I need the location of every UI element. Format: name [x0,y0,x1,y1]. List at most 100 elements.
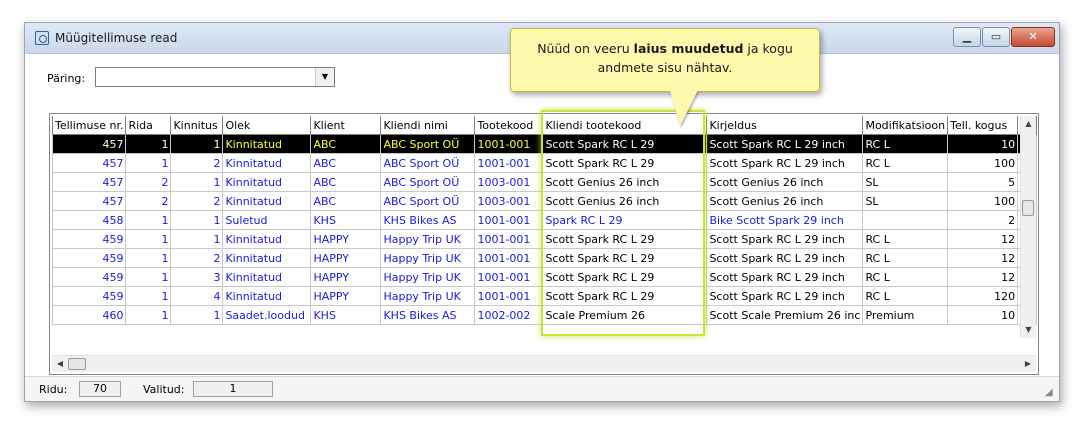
table-cell[interactable]: 2 [170,191,224,211]
column-header[interactable]: Klient [310,116,382,135]
table-cell[interactable]: 1002-002 [474,305,544,325]
close-button[interactable]: ✕ [1011,27,1055,47]
table-cell[interactable]: 459 [51,229,127,249]
table-cell[interactable]: 459 [51,267,127,287]
table-cell[interactable]: 1 [170,172,224,192]
scroll-left-icon[interactable]: ◀ [52,356,68,372]
vertical-scroll-thumb[interactable] [1022,200,1034,216]
table-cell[interactable]: 459 [51,286,127,306]
table-cell[interactable]: HAPPY [310,248,382,268]
table-cell[interactable]: SL [862,191,949,211]
table-cell[interactable]: Kinnitatud [222,267,312,287]
resize-grip-icon[interactable]: ◢ [1045,387,1057,399]
table-cell[interactable]: 12 [947,229,1019,249]
column-header[interactable]: Kinnitus [170,116,224,135]
table-row[interactable]: 459 1 2 Kinnitatud HAPPY Happy Trip UK 1001-00… [51,248,1038,268]
order-lines-grid[interactable]: Tellimuse nr. Rida Kinnitus Olek Klient Klien… [49,113,1039,375]
query-select[interactable]: ▼ [95,67,335,87]
table-cell[interactable]: Scott Spark RC L 29 inch [706,286,864,306]
table-cell[interactable]: 1 [125,305,172,325]
table-cell[interactable]: 1 [125,267,172,287]
table-cell[interactable]: Scott Genius 26 inch [542,172,708,192]
table-cell[interactable]: HAPPY [310,267,382,287]
table-cell[interactable]: Scott Spark RC L 29 [542,153,708,173]
maximize-button[interactable]: ▭ [982,27,1010,47]
table-cell[interactable]: 460 [51,305,127,325]
table-cell[interactable]: RC L [862,267,949,287]
table-cell[interactable]: 457 [51,191,127,211]
table-cell[interactable]: KHS Bikes AS [380,305,476,325]
table-cell[interactable]: Kinnitatud [222,229,312,249]
table-row[interactable]: 457 2 2 Kinnitatud ABC ABC Sport OÜ 1003-001 Sc… [51,191,1038,211]
table-cell[interactable]: 1 [125,248,172,268]
table-cell[interactable]: RC L [862,153,949,173]
table-cell[interactable]: Scott Spark RC L 29 [542,286,708,306]
table-row[interactable]: 460 1 1 Saadet.loodud KHS KHS Bikes AS 1002-00… [51,305,1038,325]
table-cell[interactable]: RC L [862,248,949,268]
table-cell[interactable]: 457 [51,153,127,173]
table-cell[interactable]: KHS Bikes AS [380,210,476,230]
table-cell[interactable]: 1 [170,305,224,325]
scroll-right-icon[interactable]: ▶ [1020,356,1036,372]
chevron-down-icon[interactable]: ▼ [315,68,334,86]
column-header[interactable]: Tell. kogus [947,116,1019,135]
scroll-up-icon[interactable]: ▲ [1021,116,1036,132]
table-cell[interactable]: HAPPY [310,229,382,249]
table-cell[interactable]: RC L [862,134,949,154]
table-cell[interactable]: Happy Trip UK [380,286,476,306]
table-cell[interactable]: 1003-001 [474,172,544,192]
table-row[interactable]: 459 1 3 Kinnitatud HAPPY Happy Trip UK 1001-00… [51,267,1038,287]
table-cell[interactable]: 2 [947,210,1019,230]
table-row[interactable]: 459 1 4 Kinnitatud HAPPY Happy Trip UK 1001-00… [51,286,1038,306]
table-row[interactable]: 457 1 1 Kinnitatud ABC ABC Sport OÜ 1001-001 Sc… [51,134,1038,154]
table-cell[interactable]: Scott Spark RC L 29 inch [706,229,864,249]
table-cell[interactable]: 2 [170,153,224,173]
table-cell[interactable]: ABC Sport OÜ [380,134,476,154]
table-cell[interactable]: ABC Sport OÜ [380,191,476,211]
table-cell[interactable]: 100 [947,191,1019,211]
table-cell[interactable]: 1 [125,229,172,249]
table-cell[interactable]: ABC [310,172,382,192]
table-cell[interactable]: 459 [51,248,127,268]
table-cell[interactable]: 12 [947,248,1019,268]
table-cell[interactable]: 1001-001 [474,267,544,287]
table-cell[interactable]: 1 [170,134,224,154]
table-cell[interactable] [862,210,949,230]
table-cell[interactable]: Scott Spark RC L 29 [542,248,708,268]
table-cell[interactable]: Scott Genius 26 inch [706,191,864,211]
table-cell[interactable]: Suletud [222,210,312,230]
table-cell[interactable]: HAPPY [310,286,382,306]
table-cell[interactable]: ABC [310,153,382,173]
table-cell[interactable]: RC L [862,229,949,249]
table-cell[interactable]: 1 [125,153,172,173]
table-cell[interactable]: 1001-001 [474,229,544,249]
table-cell[interactable]: 1001-001 [474,248,544,268]
table-cell[interactable]: 2 [170,248,224,268]
table-cell[interactable]: Scott Genius 26 inch [706,172,864,192]
vertical-scrollbar[interactable]: ▲ ▼ [1020,116,1036,338]
table-cell[interactable]: 1 [125,286,172,306]
table-row[interactable]: 457 2 1 Kinnitatud ABC ABC Sport OÜ 1003-001 Sc… [51,172,1038,192]
table-cell[interactable]: 1 [125,134,172,154]
table-cell[interactable]: Scott Spark RC L 29 [542,134,708,154]
table-cell[interactable]: 3 [170,267,224,287]
table-cell[interactable]: Scott Genius 26 inch [542,191,708,211]
table-cell[interactable]: Happy Trip UK [380,267,476,287]
table-cell[interactable]: Kinnitatud [222,191,312,211]
column-header[interactable]: Rida [125,116,172,135]
table-cell[interactable]: SL [862,172,949,192]
table-cell[interactable]: 457 [51,134,127,154]
table-cell[interactable]: Kinnitatud [222,248,312,268]
table-cell[interactable]: Scott Spark RC L 29 inch [706,153,864,173]
table-cell[interactable]: Happy Trip UK [380,248,476,268]
table-cell[interactable]: 12 [947,267,1019,287]
table-cell[interactable]: Kinnitatud [222,134,312,154]
table-cell[interactable]: ABC Sport OÜ [380,153,476,173]
table-cell[interactable]: Bike Scott Spark 29 inch [706,210,864,230]
table-cell[interactable]: 10 [947,134,1019,154]
table-cell[interactable]: Scott Spark RC L 29 inch [706,248,864,268]
table-cell[interactable]: Scott Spark RC L 29 [542,229,708,249]
table-cell[interactable]: Kinnitatud [222,172,312,192]
table-cell[interactable]: 1 [125,210,172,230]
column-header[interactable]: Olek [222,116,312,135]
